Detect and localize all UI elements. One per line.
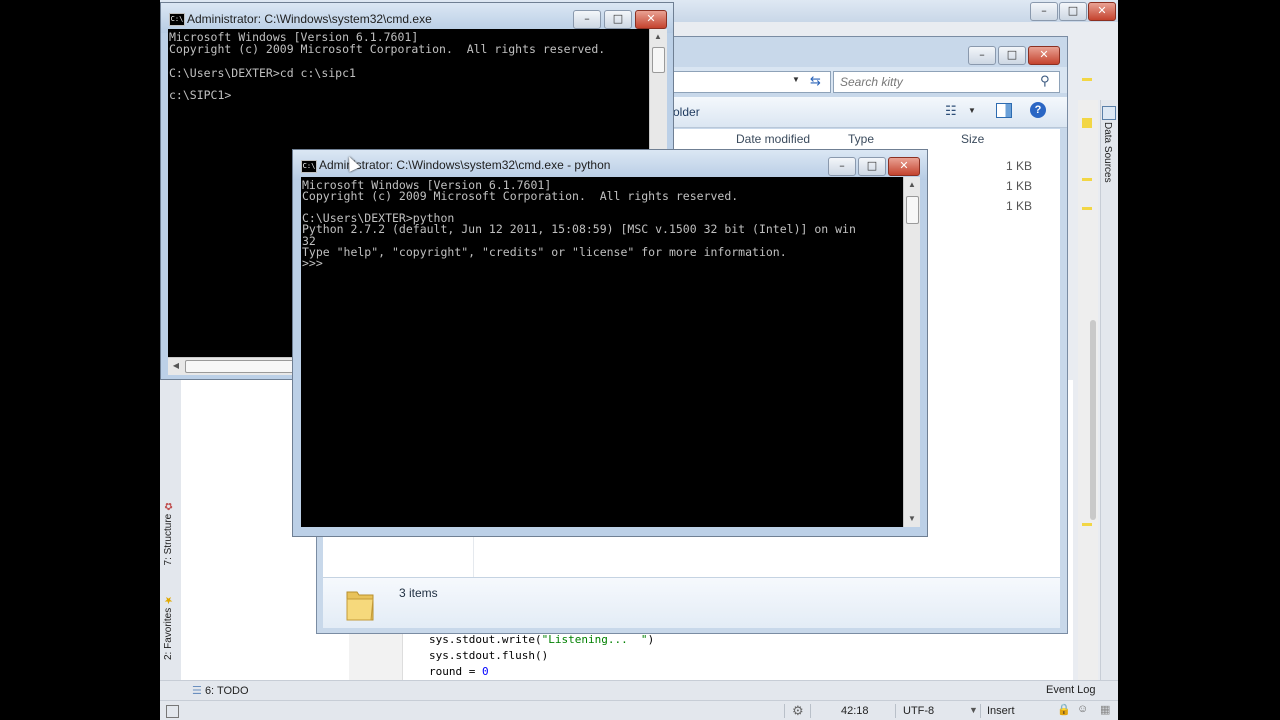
scroll-down-icon[interactable]: ▼ (904, 514, 920, 523)
todo-tab-label: 6: TODO (204, 685, 249, 697)
ide-tool-window-bar: ☰ 6: TODO Event Log (160, 680, 1118, 701)
explorer-maximize-button[interactable]: □ (998, 46, 1026, 65)
todo-icon: ☰ (192, 685, 202, 697)
favorites-tab-label: 2: Favorites (163, 607, 174, 661)
python-prompt: >>> (302, 256, 323, 270)
cmd-back-title: Administrator: C:\Windows\system32\cmd.e… (187, 12, 432, 26)
structure-icon: ✿ (163, 500, 174, 511)
console-line: c:\SIPC1> (169, 88, 232, 102)
ide-right-tool-strip: Data Sources (1100, 100, 1118, 680)
gear-icon[interactable]: ⚙ (792, 703, 804, 719)
tool-tab-favorites[interactable]: 2: Favorites ★ (163, 594, 174, 660)
item-count: 3 items (399, 586, 438, 600)
favorites-star-icon: ★ (163, 594, 174, 605)
ide-status-bar: ⚙ 42:18 UTF-8 ▼ Insert 🔒 ☺ ▦ (160, 700, 1118, 720)
file-size: 1 KB (1006, 199, 1033, 213)
cmd-back-minimize-button[interactable]: – (573, 10, 601, 29)
cmd-front-close-button[interactable]: ✕ (888, 157, 920, 176)
search-icon[interactable]: ⚲ (1040, 73, 1050, 89)
cmd-back-scroll-thumb[interactable] (652, 47, 665, 73)
column-date-modified[interactable]: Date modified (736, 132, 810, 146)
cmd-front-scrollbar[interactable]: ▲ ▼ (903, 177, 920, 527)
cmd-icon: C:\ (169, 13, 185, 26)
console-line: C:\Users\DEXTER>cd c:\sipc1 (169, 66, 356, 80)
cmd-front-titlebar[interactable]: C:\ Administrator: C:\Windows\system32\c… (293, 150, 927, 180)
editor-scroll-thumb[interactable] (1090, 320, 1096, 520)
console-line: Type "help", "copyright", "credits" or "… (302, 245, 787, 259)
refresh-icon[interactable]: ⇆ (810, 73, 821, 89)
explorer-close-button[interactable]: ✕ (1028, 46, 1060, 65)
column-type[interactable]: Type (848, 132, 874, 146)
insert-mode[interactable]: Insert (987, 705, 1015, 717)
explorer-minimize-button[interactable]: – (968, 46, 996, 65)
ide-maximize-button[interactable]: □ (1059, 2, 1087, 21)
lock-icon[interactable]: 🔒 (1057, 703, 1071, 716)
tool-tab-todo[interactable]: ☰ 6: TODO (192, 684, 249, 697)
database-icon (1102, 106, 1116, 120)
inspection-status-icon[interactable] (1082, 118, 1092, 128)
code-line: sys.stdout.write("Listening... ") (429, 633, 655, 646)
cmd-back-hscroll-thumb[interactable] (185, 360, 297, 373)
toggle-tool-windows-icon[interactable] (166, 705, 179, 718)
chevron-down-icon[interactable]: ▼ (969, 705, 978, 715)
new-folder-button[interactable]: older (673, 105, 700, 119)
preview-pane-icon[interactable] (996, 103, 1012, 118)
file-size: 1 KB (1006, 159, 1033, 173)
chevron-down-icon[interactable]: ▼ (968, 106, 976, 115)
error-stripe-marker[interactable] (1082, 78, 1092, 81)
cmd-back-maximize-button[interactable]: □ (604, 10, 632, 29)
cmd-front-console[interactable]: Microsoft Windows [Version 6.1.7601] Cop… (301, 177, 903, 527)
search-box[interactable]: Search kitty ⚲ (833, 71, 1060, 93)
file-size: 1 KB (1006, 179, 1033, 193)
file-encoding[interactable]: UTF-8 (903, 705, 934, 717)
cmd-window-python: C:\ Administrator: C:\Windows\system32\c… (292, 149, 928, 537)
cmd-front-maximize-button[interactable]: □ (858, 157, 886, 176)
error-stripe-marker[interactable] (1082, 207, 1092, 210)
notifications-icon[interactable]: ▦ (1100, 703, 1110, 716)
editor-scrollbar[interactable] (1078, 100, 1098, 680)
ide-close-button[interactable]: ✕ (1088, 2, 1116, 21)
address-bar[interactable]: ▼ ⇆ (673, 71, 831, 93)
address-dropdown-icon[interactable]: ▼ (792, 75, 800, 84)
console-line: Copyright (c) 2009 Microsoft Corporation… (302, 189, 739, 203)
structure-tab-label: 7: Structure (163, 513, 174, 566)
cmd-front-title: Administrator: C:\Windows\system32\cmd.e… (319, 158, 611, 172)
tool-tab-structure[interactable]: 7: Structure ✿ (163, 500, 174, 565)
details-pane: 3 items (323, 577, 1060, 628)
ide-left-tool-strip: 7: Structure ✿ 2: Favorites ★ (160, 380, 182, 680)
search-input-placeholder[interactable]: Search kitty (840, 75, 903, 89)
console-line: Python 2.7.2 (default, Jun 12 2011, 15:0… (302, 222, 856, 236)
error-stripe-marker[interactable] (1082, 523, 1092, 526)
inspector-icon[interactable]: ☺ (1077, 703, 1088, 715)
error-stripe-marker[interactable] (1082, 178, 1092, 181)
folder-icon (345, 586, 375, 622)
console-line: Copyright (c) 2009 Microsoft Corporation… (169, 42, 606, 56)
scroll-up-icon[interactable]: ▲ (904, 180, 920, 189)
scroll-left-icon[interactable]: ◀ (168, 361, 184, 370)
event-log-button[interactable]: Event Log (1046, 684, 1096, 696)
help-icon[interactable]: ? (1030, 102, 1046, 118)
ide-minimize-button[interactable]: – (1030, 2, 1058, 21)
cmd-front-minimize-button[interactable]: – (828, 157, 856, 176)
caret-position[interactable]: 42:18 (841, 705, 869, 717)
view-options-icon[interactable]: ☷ (945, 103, 957, 119)
column-size[interactable]: Size (961, 132, 984, 146)
code-line: round = 0 (429, 665, 489, 678)
code-line: sys.stdout.flush() (429, 649, 549, 662)
cmd-back-close-button[interactable]: ✕ (635, 10, 667, 29)
cmd-icon: C:\ (301, 160, 317, 173)
tool-tab-data-sources[interactable]: Data Sources (1102, 122, 1113, 183)
cmd-front-scroll-thumb[interactable] (906, 196, 919, 224)
scroll-up-icon[interactable]: ▲ (650, 32, 666, 41)
